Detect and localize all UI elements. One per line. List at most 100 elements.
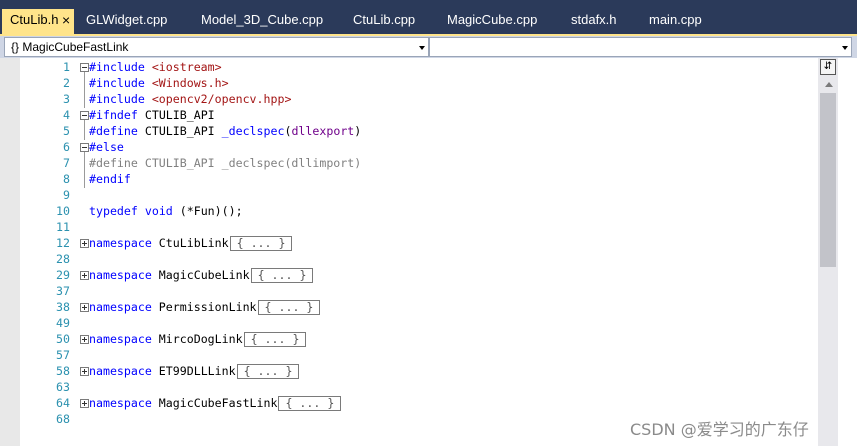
fold-plus-icon[interactable] bbox=[80, 335, 89, 344]
code-token: CTULIB_API bbox=[137, 124, 222, 138]
code-text: #include <Windows.h> bbox=[89, 75, 229, 91]
line-number: 57 bbox=[56, 348, 70, 362]
collapsed-region-marker[interactable]: { ... } bbox=[278, 396, 342, 411]
line-number: 58 bbox=[56, 364, 70, 378]
code-token: #include bbox=[89, 92, 145, 106]
code-line: 29 namespace MagicCubeLink{ ... } bbox=[0, 267, 815, 283]
line-number: 38 bbox=[56, 300, 70, 314]
code-token: _declspec bbox=[221, 124, 285, 138]
code-line: 57 bbox=[0, 347, 815, 363]
code-token: #define CTULIB_API _declspec(dllimport) bbox=[89, 156, 362, 170]
code-token: <Windows.h> bbox=[144, 76, 229, 90]
close-icon[interactable]: × bbox=[62, 9, 70, 31]
fold-plus-icon[interactable] bbox=[80, 399, 89, 408]
code-line: 1 #include <iostream> bbox=[0, 59, 815, 75]
tab-main-cpp[interactable]: main.cpp bbox=[649, 9, 702, 31]
code-text: namespace PermissionLink{ ... } bbox=[89, 299, 321, 315]
member-dropdown[interactable] bbox=[429, 37, 852, 57]
code-token: namespace bbox=[89, 332, 152, 346]
line-number: 50 bbox=[56, 332, 70, 346]
code-token: dllexport bbox=[291, 124, 355, 138]
code-line: 5 #define CTULIB_API _declspec(dllexport) bbox=[0, 123, 815, 139]
code-token: CtuLibLink bbox=[151, 236, 229, 250]
code-text: namespace CtuLibLink{ ... } bbox=[89, 235, 293, 251]
line-number: 64 bbox=[56, 396, 70, 410]
code-token: #include bbox=[89, 60, 145, 74]
collapsed-region-marker[interactable]: { ... } bbox=[250, 268, 314, 283]
code-token: MagicCubeLink bbox=[151, 268, 250, 282]
code-text: typedef void (*Fun)(); bbox=[89, 203, 243, 219]
code-line: 12 namespace CtuLibLink{ ... } bbox=[0, 235, 815, 251]
fold-plus-icon[interactable] bbox=[80, 271, 89, 280]
code-line: 64 namespace MagicCubeFastLink{ ... } bbox=[0, 395, 815, 411]
namespace-scope-icon: {} bbox=[11, 40, 20, 54]
scrollbar-thumb[interactable] bbox=[820, 93, 836, 267]
code-token: ET99DLLLink bbox=[151, 364, 236, 378]
line-number: 29 bbox=[56, 268, 70, 282]
scroll-up-icon[interactable] bbox=[825, 82, 833, 87]
tab-ctulib-cpp[interactable]: CtuLib.cpp bbox=[353, 9, 415, 31]
collapsed-region-marker[interactable]: { ... } bbox=[236, 364, 300, 379]
fold-plus-icon[interactable] bbox=[80, 239, 89, 248]
tab-glwidget-cpp[interactable]: GLWidget.cpp bbox=[86, 9, 167, 31]
collapsed-region-marker[interactable]: { ... } bbox=[257, 300, 321, 315]
tab-label: main.cpp bbox=[649, 12, 702, 27]
code-line: 10 typedef void (*Fun)(); bbox=[0, 203, 815, 219]
dropdown-arrow-icon bbox=[419, 46, 425, 50]
tab-ctulib-h[interactable]: CtuLib.h × bbox=[2, 9, 74, 34]
code-editor[interactable]: 1 #include <iostream> 2 #include <Windows.h… bbox=[0, 58, 857, 446]
code-line: 6 #else bbox=[0, 139, 815, 155]
line-number: 8 bbox=[63, 172, 70, 186]
line-number: 28 bbox=[56, 252, 70, 266]
tab-label: CtuLib.h bbox=[10, 12, 59, 27]
code-line: 58 namespace ET99DLLLink{ ... } bbox=[0, 363, 815, 379]
fold-plus-icon[interactable] bbox=[80, 303, 89, 312]
code-text: #define CTULIB_API _declspec(dllexport) bbox=[89, 123, 361, 139]
tab-label: Model_3D_Cube.cpp bbox=[201, 12, 324, 27]
code-text: #include <opencv2/opencv.hpp> bbox=[89, 91, 291, 107]
tab-stdafx-h[interactable]: stdafx.h bbox=[571, 9, 617, 31]
code-text: namespace MagicCubeFastLink{ ... } bbox=[89, 395, 342, 411]
tab-model-3d-cube-cpp[interactable]: Model_3D_Cube.cpp bbox=[201, 9, 323, 31]
tab-magiccube-cpp[interactable]: MagicCube.cpp bbox=[447, 9, 537, 31]
fold-plus-icon[interactable] bbox=[80, 367, 89, 376]
editor-right-margin bbox=[838, 58, 857, 446]
code-text: namespace MagicCubeLink{ ... } bbox=[89, 267, 314, 283]
fold-minus-icon[interactable] bbox=[80, 143, 89, 152]
line-number: 6 bbox=[63, 140, 70, 154]
code-line: 28 bbox=[0, 251, 815, 267]
watermark: CSDN @爱学习的广东仔 bbox=[630, 420, 809, 439]
tab-label: CtuLib.cpp bbox=[353, 12, 416, 27]
fold-minus-icon[interactable] bbox=[80, 63, 89, 72]
line-number: 9 bbox=[63, 188, 70, 202]
code-token: #include bbox=[89, 76, 145, 90]
tab-label: stdafx.h bbox=[571, 12, 617, 27]
code-token: namespace bbox=[89, 396, 152, 410]
line-number: 12 bbox=[56, 236, 70, 250]
scope-dropdown[interactable]: {} MagicCubeFastLink bbox=[4, 37, 429, 57]
code-line: 11 bbox=[0, 219, 815, 235]
line-number: 63 bbox=[56, 380, 70, 394]
code-text: #include <iostream> bbox=[89, 59, 222, 75]
fold-minus-icon[interactable] bbox=[80, 111, 89, 120]
code-token: typedef bbox=[89, 204, 138, 218]
code-text: #endif bbox=[89, 171, 131, 187]
collapsed-region-marker[interactable]: { ... } bbox=[229, 236, 293, 251]
split-window-icon[interactable]: ⇵ bbox=[820, 59, 836, 75]
code-line: 7 #define CTULIB_API _declspec(dllimport) bbox=[0, 155, 815, 171]
code-line: 63 bbox=[0, 379, 815, 395]
line-number: 10 bbox=[56, 204, 70, 218]
code-line: 50 namespace MircoDogLink{ ... } bbox=[0, 331, 815, 347]
code-token: namespace bbox=[89, 236, 152, 250]
code-token: void bbox=[144, 204, 173, 218]
collapsed-region-marker[interactable]: { ... } bbox=[243, 332, 307, 347]
code-line: 9 bbox=[0, 187, 815, 203]
dropdown-arrow-icon bbox=[842, 46, 848, 50]
line-number: 37 bbox=[56, 284, 70, 298]
code-text: #define CTULIB_API _declspec(dllimport) bbox=[89, 155, 361, 171]
code-token: ) bbox=[354, 124, 362, 138]
code-line: 2 #include <Windows.h> bbox=[0, 75, 815, 91]
scope-dropdown-value: MagicCubeFastLink bbox=[22, 40, 129, 54]
tab-label: MagicCube.cpp bbox=[447, 12, 538, 27]
